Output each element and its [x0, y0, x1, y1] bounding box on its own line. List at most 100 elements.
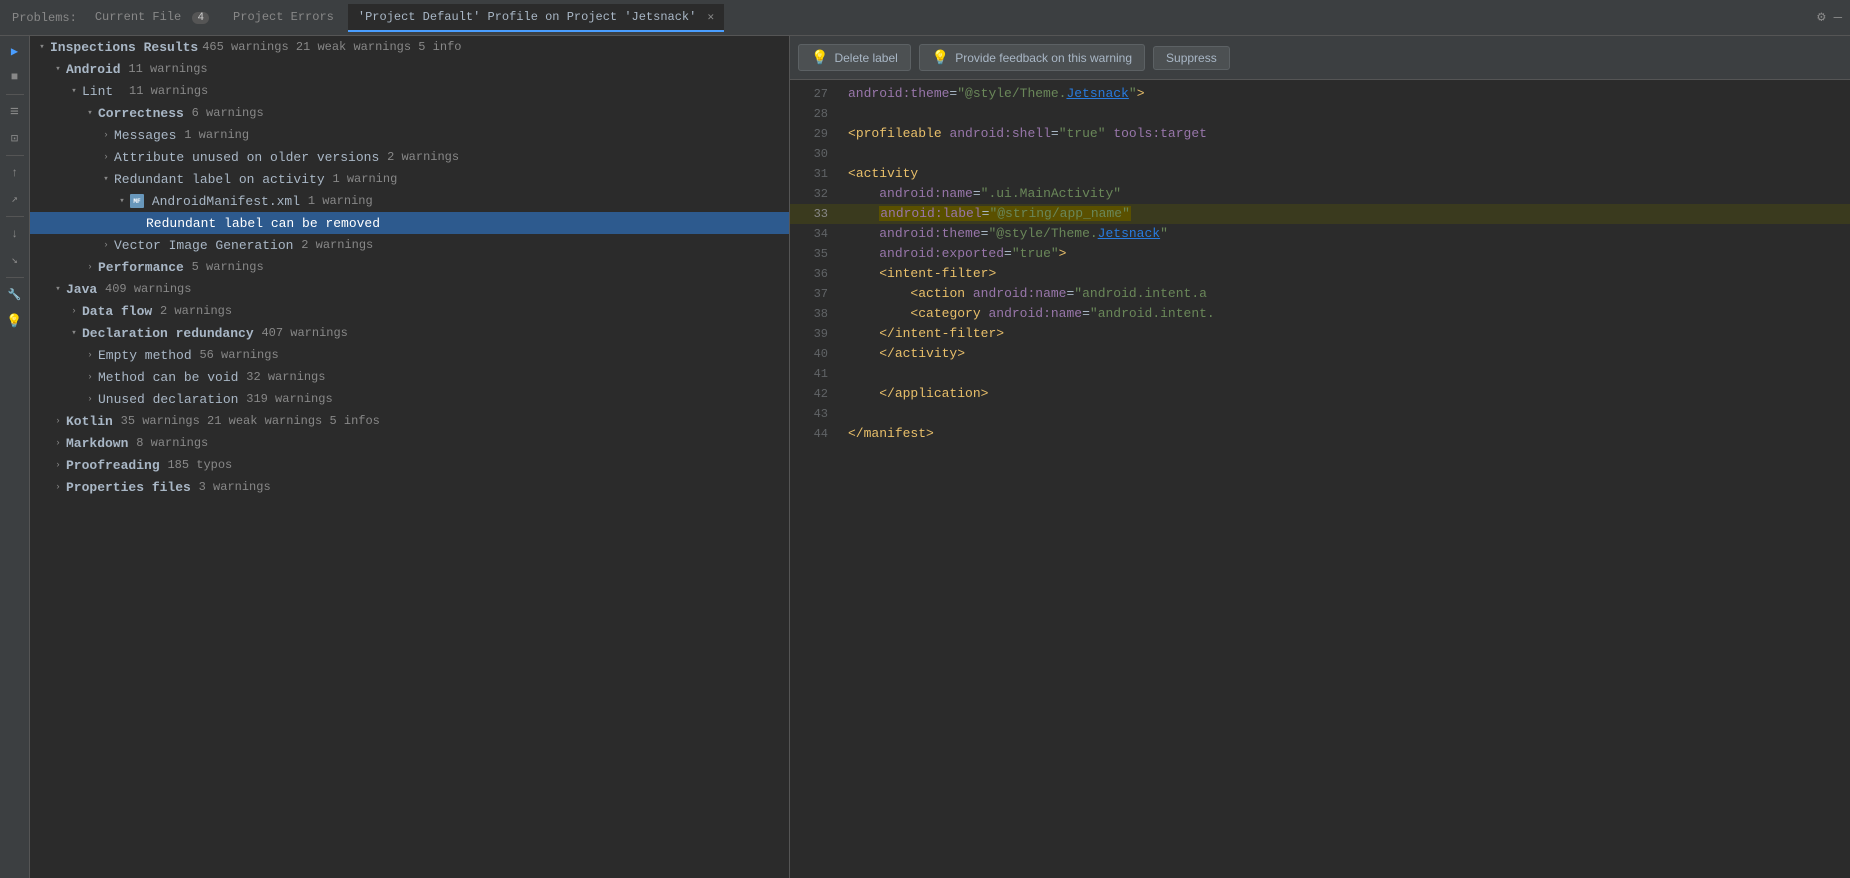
line-num-31: 31: [790, 164, 840, 184]
line-content-40: </activity>: [840, 344, 1850, 364]
stop-button[interactable]: ■: [4, 66, 26, 88]
action-bar: 💡 Delete label 💡 Provide feedback on thi…: [790, 36, 1850, 80]
tree-properties[interactable]: Properties files 3 warnings: [30, 476, 789, 498]
tree-root-arrow: [34, 39, 50, 55]
toolbar-separator-4: [6, 277, 24, 278]
method-void-arrow: [82, 369, 98, 385]
messages-arrow: [98, 127, 114, 143]
bulb-icon-delete: 💡: [811, 49, 828, 66]
line-num-39: 39: [790, 324, 840, 344]
tab-close-icon[interactable]: ✕: [708, 12, 715, 24]
line-num-34: 34: [790, 224, 840, 244]
properties-arrow: [50, 479, 66, 495]
androidmanifest-arrow: [114, 193, 130, 209]
data-flow-arrow: [66, 303, 82, 319]
tab-current-file[interactable]: Current File 4: [85, 4, 219, 32]
tree-attribute-unused[interactable]: Attribute unused on older versions 2 war…: [30, 146, 789, 168]
tree-redundant-label[interactable]: Redundant label on activity 1 warning: [30, 168, 789, 190]
code-line-36: 36 <intent-filter>: [790, 264, 1850, 284]
tree-androidmanifest[interactable]: MF AndroidManifest.xml 1 warning: [30, 190, 789, 212]
unused-decl-arrow: [82, 391, 98, 407]
line-num-41: 41: [790, 364, 840, 384]
tree-markdown[interactable]: Markdown 8 warnings: [30, 432, 789, 454]
line-num-38: 38: [790, 304, 840, 324]
code-line-32: 32 android:name=".ui.MainActivity": [790, 184, 1850, 204]
line-num-29: 29: [790, 124, 840, 144]
code-line-33: 33 android:label="@string/app_name": [790, 204, 1850, 224]
tree-root-count: 465 warnings 21 weak warnings 5 info: [202, 40, 461, 54]
minimize-icon[interactable]: —: [1834, 10, 1842, 26]
line-num-36: 36: [790, 264, 840, 284]
line-num-43: 43: [790, 404, 840, 424]
line-num-42: 42: [790, 384, 840, 404]
code-line-38: 38 <category android:name="android.inten…: [790, 304, 1850, 324]
tree-proofreading[interactable]: Proofreading 185 typos: [30, 454, 789, 476]
proofreading-arrow: [50, 457, 66, 473]
tree-java[interactable]: Java 409 warnings: [30, 278, 789, 300]
code-line-39: 39 </intent-filter>: [790, 324, 1850, 344]
tree-empty-method[interactable]: Empty method 56 warnings: [30, 344, 789, 366]
code-line-30: 30: [790, 144, 1850, 164]
line-content-38: <category android:name="android.intent.: [840, 304, 1850, 324]
main-content: ▶ ■ ≡ ⊡ ↑ ↗ ↓ ↘ 🔧 💡 Inspections Results …: [0, 36, 1850, 878]
tree-root-label: Inspections Results: [50, 40, 198, 55]
left-toolbar: ▶ ■ ≡ ⊡ ↑ ↗ ↓ ↘ 🔧 💡: [0, 36, 30, 878]
bulb-button[interactable]: 💡: [4, 310, 26, 332]
tab-profile[interactable]: 'Project Default' Profile on Project 'Je…: [348, 4, 724, 32]
code-line-42: 42 </application>: [790, 384, 1850, 404]
performance-arrow: [82, 259, 98, 275]
code-panel: 💡 Delete label 💡 Provide feedback on thi…: [790, 36, 1850, 878]
settings-button[interactable]: ⊡: [4, 127, 26, 149]
sort-button[interactable]: ↘: [4, 249, 26, 271]
filter-button[interactable]: ≡: [4, 101, 26, 123]
tree-data-flow[interactable]: Data flow 2 warnings: [30, 300, 789, 322]
correctness-arrow: [82, 105, 98, 121]
tools-button[interactable]: 🔧: [4, 284, 26, 306]
code-line-43: 43: [790, 404, 1850, 424]
tree-vector-image[interactable]: Vector Image Generation 2 warnings: [30, 234, 789, 256]
delete-label-button[interactable]: 💡 Delete label: [798, 44, 911, 71]
file-icon-mf: MF: [130, 194, 144, 208]
sort-desc-button[interactable]: ↓: [4, 223, 26, 245]
feedback-button[interactable]: 💡 Provide feedback on this warning: [919, 44, 1145, 71]
line-content-44: </manifest>: [840, 424, 1850, 444]
code-line-31: 31 <activity: [790, 164, 1850, 184]
run-button[interactable]: ▶: [4, 40, 26, 62]
vector-arrow: [98, 237, 114, 253]
redundant-label-arrow: [98, 171, 114, 187]
gear-icon[interactable]: ⚙: [1817, 9, 1825, 26]
code-line-28: 28: [790, 104, 1850, 124]
line-num-28: 28: [790, 104, 840, 124]
tree-messages[interactable]: Messages 1 warning: [30, 124, 789, 146]
tree-panel: Inspections Results 465 warnings 21 weak…: [30, 36, 790, 878]
empty-method-arrow: [82, 347, 98, 363]
line-num-32: 32: [790, 184, 840, 204]
tree-redundant-label-item[interactable]: Redundant label can be removed: [30, 212, 789, 234]
tree-method-void[interactable]: Method can be void 32 warnings: [30, 366, 789, 388]
tree-decl-redundancy[interactable]: Declaration redundancy 407 warnings: [30, 322, 789, 344]
tree-root[interactable]: Inspections Results 465 warnings 21 weak…: [30, 36, 789, 58]
line-content-32: android:name=".ui.MainActivity": [840, 184, 1850, 204]
tree-android[interactable]: Android 11 warnings: [30, 58, 789, 80]
export-button[interactable]: ↗: [4, 188, 26, 210]
code-line-44: 44 </manifest>: [790, 424, 1850, 444]
sort-asc-button[interactable]: ↑: [4, 162, 26, 184]
line-num-27: 27: [790, 84, 840, 104]
code-line-29: 29 <profileable android:shell="true" too…: [790, 124, 1850, 144]
toolbar-separator-1: [6, 94, 24, 95]
line-content-39: </intent-filter>: [840, 324, 1850, 344]
suppress-button[interactable]: Suppress: [1153, 46, 1230, 70]
line-content-29: <profileable android:shell="true" tools:…: [840, 124, 1850, 144]
code-line-37: 37 <action android:name="android.intent.…: [790, 284, 1850, 304]
kotlin-arrow: [50, 413, 66, 429]
line-content-27: android:theme="@style/Theme.Jetsnack">: [840, 84, 1850, 104]
tree-correctness[interactable]: Correctness 6 warnings: [30, 102, 789, 124]
java-arrow: [50, 281, 66, 297]
line-num-40: 40: [790, 344, 840, 364]
tree-lint[interactable]: Lint 11 warnings: [30, 80, 789, 102]
tree-performance[interactable]: Performance 5 warnings: [30, 256, 789, 278]
tree-unused-decl[interactable]: Unused declaration 319 warnings: [30, 388, 789, 410]
tree-kotlin[interactable]: Kotlin 35 warnings 21 weak warnings 5 in…: [30, 410, 789, 432]
android-arrow: [50, 61, 66, 77]
tab-project-errors[interactable]: Project Errors: [223, 4, 344, 32]
